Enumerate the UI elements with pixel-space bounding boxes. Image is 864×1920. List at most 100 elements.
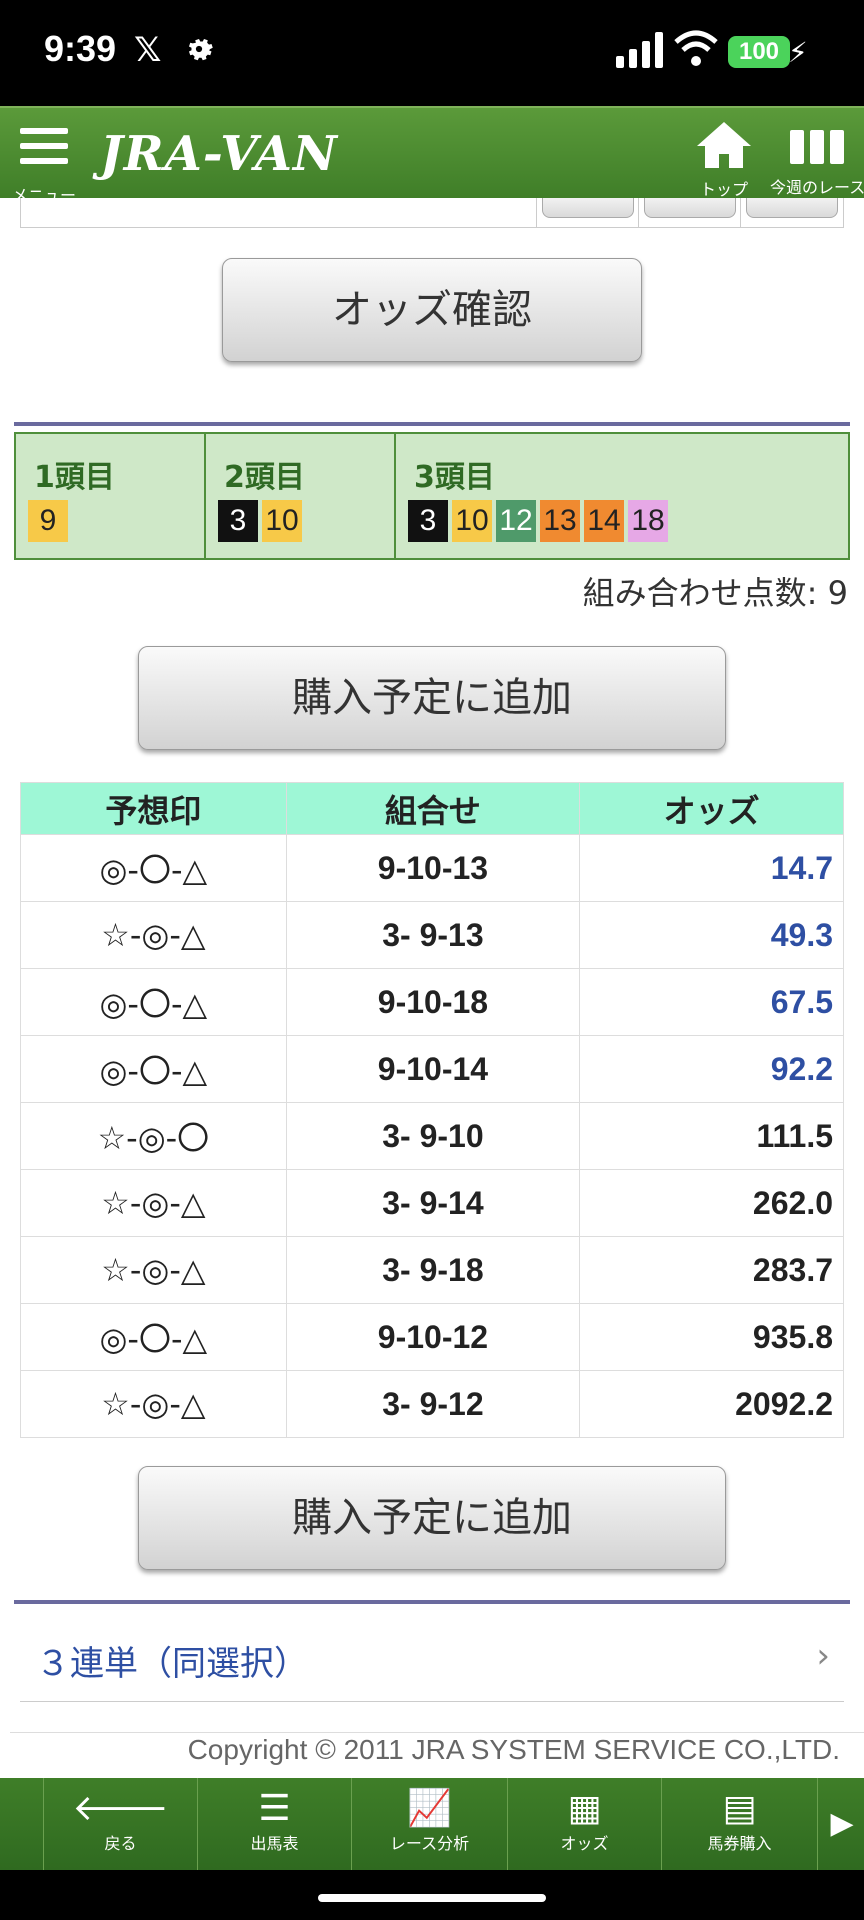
- hamburger-icon: [20, 128, 68, 173]
- horse-number-badge: 12: [496, 500, 536, 542]
- odds-value: 935.8: [579, 1303, 844, 1371]
- chevron-right-icon: ›: [816, 1636, 830, 1676]
- partial-button[interactable]: [746, 198, 838, 218]
- combination: 9-10-12: [285, 1303, 581, 1371]
- prediction-mark: ☆-◎-△: [20, 1370, 287, 1438]
- nav-ticket-purchase[interactable]: ▤ 馬券購入: [662, 1778, 818, 1870]
- bottom-navigation: 🡐 戻る ☰ 出馬表 📈 レース分析 ▦ オッズ ▤ 馬券購入 ▶: [0, 1778, 864, 1870]
- partial-button[interactable]: [542, 198, 634, 218]
- home-icon: [697, 122, 751, 168]
- prediction-mark: ◎-〇-△: [20, 834, 287, 902]
- home-indicator-area: [0, 1870, 864, 1920]
- combination: 3- 9-14: [285, 1169, 581, 1237]
- status-time: 9:39: [44, 28, 117, 69]
- table-row: ☆-◎-△ 3- 9-12 2092.2: [20, 1370, 844, 1438]
- odds-value: 283.7: [579, 1236, 844, 1304]
- nav-spacer: [0, 1778, 44, 1870]
- divider: [638, 198, 639, 228]
- section-divider: [14, 1600, 850, 1604]
- horse-number-list: 3 10: [218, 500, 302, 542]
- nav-label: 馬券購入: [707, 1834, 772, 1853]
- add-to-purchase-plan-button-bottom[interactable]: 購入予定に追加: [138, 1466, 726, 1570]
- combination: 9-10-18: [285, 968, 581, 1036]
- nav-odds[interactable]: ▦ オッズ: [508, 1778, 662, 1870]
- partial-button[interactable]: [644, 198, 736, 218]
- horse-number-badge: 10: [452, 500, 492, 542]
- table-row: ☆-◎-△ 3- 9-18 283.7: [20, 1236, 844, 1304]
- combination: 3- 9-12: [285, 1370, 581, 1438]
- columns-icon: [770, 130, 864, 166]
- selection-column-2: 2頭目 3 10: [206, 434, 396, 558]
- odds-icon: ▦: [567, 1788, 602, 1829]
- divider: [740, 198, 741, 228]
- combination: 3- 9-13: [285, 901, 581, 969]
- home-indicator[interactable]: [318, 1894, 546, 1902]
- charging-bolt-icon: ⚡: [788, 36, 808, 69]
- prediction-mark: ☆-◎-△: [20, 901, 287, 969]
- horse-number-badge: 13: [540, 500, 580, 542]
- this-week-races-button[interactable]: 今週のレース: [770, 120, 864, 197]
- horse-number-badge: 18: [628, 500, 668, 542]
- odds-confirm-button[interactable]: オッズ確認: [222, 258, 642, 362]
- prediction-mark: ☆-◎-△: [20, 1236, 287, 1304]
- column-header-combination: 組合せ: [285, 782, 581, 835]
- add-to-purchase-plan-button[interactable]: 購入予定に追加: [138, 646, 726, 750]
- nav-race-analysis[interactable]: 📈 レース分析: [352, 1778, 508, 1870]
- selection-column-1: 1頭目 9: [16, 434, 206, 558]
- cellular-signal-icon: [616, 32, 663, 68]
- prediction-mark: ☆-◎-〇: [20, 1102, 287, 1170]
- app-header: メニュー JRA-VAN トップ 今週のレース: [0, 106, 864, 205]
- menu-button[interactable]: メニュー: [12, 122, 76, 205]
- odds-value: 92.2: [579, 1035, 844, 1103]
- top-label: トップ: [699, 180, 748, 199]
- nav-entries[interactable]: ☰ 出馬表: [198, 1778, 352, 1870]
- horse-number-list: 3 10 12 13 14 18: [408, 500, 668, 542]
- combination: 9-10-14: [285, 1035, 581, 1103]
- horse-number-badge: 14: [584, 500, 624, 542]
- horse-number-badge: 3: [218, 500, 258, 542]
- table-row: ☆-◎-〇 3- 9-10 111.5: [20, 1102, 844, 1170]
- wifi-icon: [674, 30, 718, 66]
- table-row: ☆-◎-△ 3- 9-13 49.3: [20, 901, 844, 969]
- this-week-races-label: 今週のレース: [770, 178, 864, 197]
- prediction-mark: ◎-〇-△: [20, 1303, 287, 1371]
- table-row: ◎-〇-△ 9-10-12 935.8: [20, 1303, 844, 1371]
- selection-title: 2頭目: [224, 460, 305, 495]
- odds-value: 49.3: [579, 901, 844, 969]
- combination: 3- 9-18: [285, 1236, 581, 1304]
- table-row: ◎-〇-△ 9-10-14 92.2: [20, 1035, 844, 1103]
- link-label: ３連単（同選択）: [36, 1644, 308, 1684]
- horse-number-badge: 3: [408, 500, 448, 542]
- horse-number-badge: 9: [28, 500, 68, 542]
- prediction-mark: ☆-◎-△: [20, 1169, 287, 1237]
- prediction-mark: ◎-〇-△: [20, 1035, 287, 1103]
- odds-value: 2092.2: [579, 1370, 844, 1438]
- odds-table: 予想印 組合せ オッズ ◎-〇-△ 9-10-13 14.7 ☆-◎-△ 3- 9-13…: [20, 782, 844, 1438]
- odds-value: 14.7: [579, 834, 844, 902]
- column-header-odds: オッズ: [579, 782, 844, 835]
- table-row: ◎-〇-△ 9-10-18 67.5: [20, 968, 844, 1036]
- divider: [536, 198, 537, 228]
- table-header-row: 予想印 組合せ オッズ: [20, 782, 844, 835]
- horse-number-badge: 10: [262, 500, 302, 542]
- column-header-mark: 予想印: [20, 782, 287, 835]
- list-icon: ☰: [258, 1788, 291, 1829]
- status-bar: 9:39 𝕏 100 ⚡: [0, 0, 864, 106]
- battery-indicator: 100: [728, 36, 790, 68]
- top-button[interactable]: トップ: [692, 120, 756, 199]
- combination-count: 組み合わせ点数: 9: [582, 574, 848, 612]
- combination: 3- 9-10: [285, 1102, 581, 1170]
- selection-summary: 1頭目 9 2頭目 3 10 3頭目 3 10 12 13 14 18: [14, 432, 850, 560]
- horse-number-list: 9: [28, 500, 68, 542]
- nav-back[interactable]: 🡐 戻る: [44, 1778, 198, 1870]
- selection-column-3: 3頭目 3 10 12 13 14 18: [396, 434, 848, 558]
- back-arrow-icon: 🡐: [72, 1788, 169, 1829]
- prediction-mark: ◎-〇-△: [20, 968, 287, 1036]
- selection-title: 1頭目: [34, 460, 115, 495]
- jra-van-logo[interactable]: JRA-VAN: [100, 126, 338, 182]
- trifecta-same-selection-link[interactable]: ３連単（同選択） ›: [20, 1612, 844, 1702]
- gear-icon: [189, 39, 213, 61]
- odds-value: 262.0: [579, 1169, 844, 1237]
- x-app-icon: 𝕏: [134, 30, 162, 70]
- nav-next-arrow-icon[interactable]: ▶: [820, 1778, 864, 1870]
